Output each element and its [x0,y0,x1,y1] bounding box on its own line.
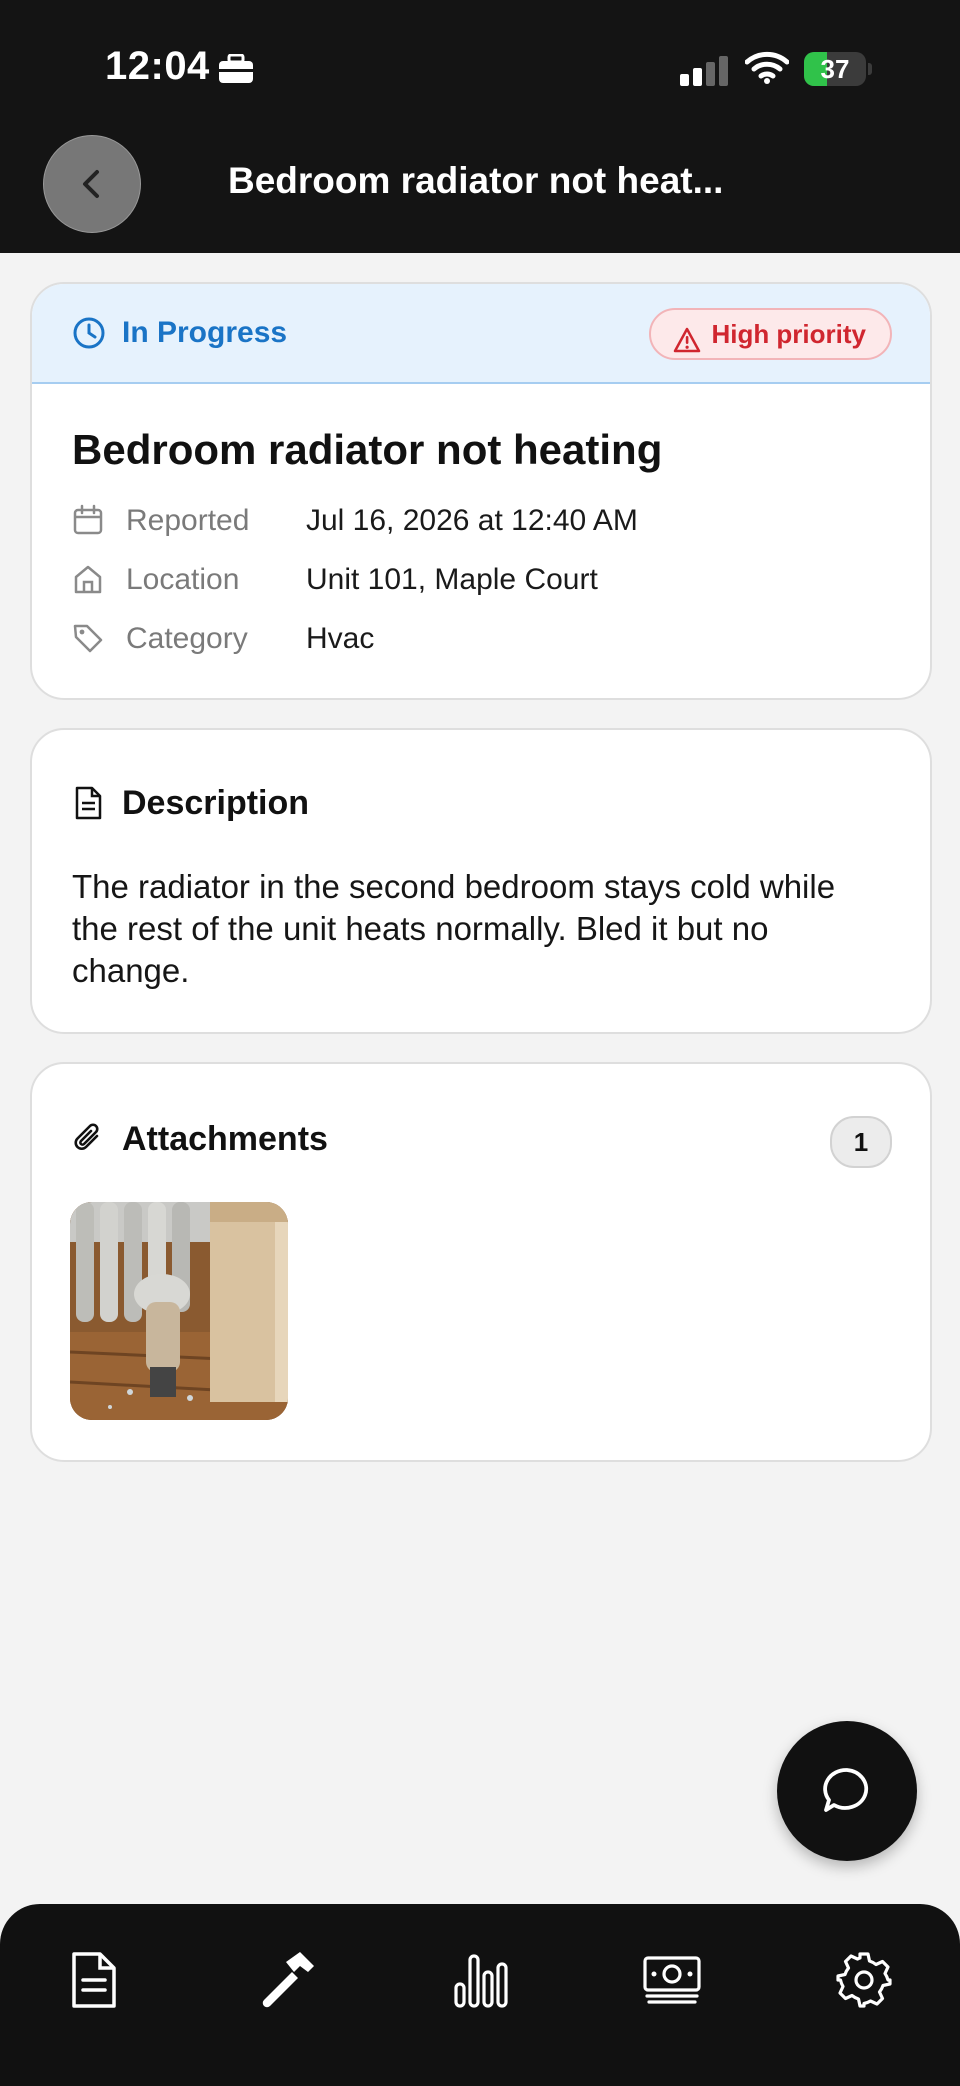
meta-label: Location [126,563,240,596]
battery-percent: 37 [820,54,850,84]
back-button[interactable] [43,135,141,233]
top-header: 12:04 37 Bedroom radiator not heat... [0,0,960,253]
chat-bubble-icon [823,1768,869,1812]
attachment-thumbnail[interactable] [70,1202,288,1420]
meta-row-reported: Reported Jul 16, 2026 at 12:40 AM [72,500,892,544]
gear-icon [836,1952,892,2008]
meta-row-location: Location Unit 101, Maple Court [72,559,892,603]
issue-summary-card: In Progress High priority Bedroom radiat… [30,282,932,700]
attachments-card: Attachments 1 [30,1062,932,1462]
description-text: The radiator in the second bedroom stays… [72,868,836,989]
status-label: In Progress [122,316,288,349]
tab-settings[interactable] [828,1944,900,2016]
page-title: Bedroom radiator not heat... [228,160,724,201]
money-icon [643,1956,701,2004]
bottom-tab-bar [0,1904,960,2086]
chevron-left-icon [83,170,99,198]
issue-title: Bedroom radiator not heating [72,426,663,473]
tab-payments[interactable] [636,1944,708,2016]
description-heading: Description [122,784,310,822]
paperclip-icon [72,1122,106,1161]
description-card: Description The radiator in the second b… [30,728,932,1034]
bar-chart-icon [454,1954,508,2008]
attachments-count-badge: 1 [830,1116,892,1168]
wifi-icon [744,50,790,89]
meta-row-category: Category Hvac [72,618,892,662]
briefcase-icon [218,53,254,89]
status-time: 12:04 [105,44,210,88]
attachments-heading: Attachments [122,1120,328,1158]
tab-maintenance[interactable] [252,1944,324,2016]
tab-reports[interactable] [444,1944,516,2016]
meta-label: Reported [126,504,250,537]
meta-value: Hvac [306,622,375,655]
document-icon [72,1952,116,2008]
cellular-signal-icon [680,56,730,91]
battery-indicator: 37 [804,52,866,86]
tag-icon [72,622,104,659]
home-icon [72,563,104,600]
meta-label: Category [126,622,248,655]
meta-value: Jul 16, 2026 at 12:40 AM [306,504,638,537]
priority-label: High priority [711,319,866,349]
status-strip: In Progress High priority [32,284,930,384]
battery-nub [868,63,872,75]
chat-button[interactable] [777,1721,917,1861]
priority-badge: High priority [649,308,892,360]
clock-icon [72,316,106,355]
calendar-icon [72,504,104,541]
tab-documents[interactable] [58,1944,130,2016]
document-icon [72,786,104,825]
meta-value: Unit 101, Maple Court [306,563,598,596]
hammer-icon [262,1952,314,2008]
warning-icon [673,320,701,368]
radiator-photo [70,1202,288,1420]
